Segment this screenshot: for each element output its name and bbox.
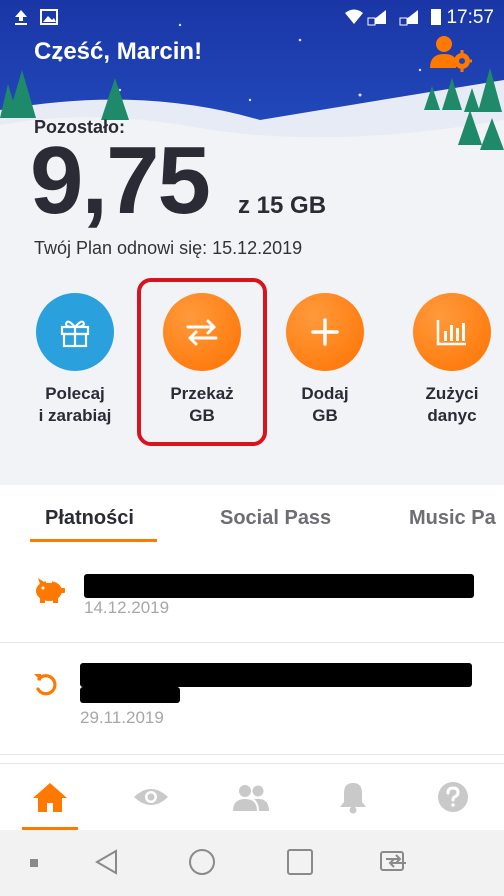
- battery-icon: [431, 9, 441, 25]
- action-label: Dodaj GB: [301, 384, 349, 425]
- bell-icon[interactable]: [334, 780, 372, 814]
- active-tab-indicator: [30, 539, 157, 542]
- image-notification-icon: [40, 9, 58, 25]
- switch-sim-icon[interactable]: [378, 848, 412, 876]
- upload-icon: [15, 10, 27, 25]
- clock: 17:57: [446, 7, 494, 28]
- system-navigation-bar: [0, 830, 504, 896]
- back-icon[interactable]: [94, 848, 120, 876]
- dot-icon[interactable]: [30, 859, 38, 867]
- plus-icon: [311, 318, 339, 346]
- action-add-gb[interactable]: Dodaj GB: [270, 293, 380, 427]
- signal-icon-1: [367, 10, 386, 26]
- help-icon[interactable]: [434, 780, 472, 814]
- eye-icon[interactable]: [132, 780, 170, 814]
- list-item[interactable]: 29.11.2019: [0, 643, 504, 755]
- payment-date: 29.11.2019: [80, 708, 164, 727]
- bottom-navigation: [0, 763, 504, 830]
- people-icon[interactable]: [232, 780, 270, 814]
- redacted-description-line2: [80, 687, 180, 703]
- highlight-frame: [137, 278, 267, 446]
- action-label: Polecaj i zarabiaj: [38, 384, 112, 425]
- account-settings-icon[interactable]: [428, 34, 472, 72]
- action-circle[interactable]: [286, 293, 364, 371]
- renew-date-text: Twój Plan odnowi się: 15.12.2019: [34, 238, 303, 258]
- redacted-description: [80, 663, 472, 687]
- action-circle[interactable]: [36, 293, 114, 371]
- status-bar: 17:57: [0, 0, 504, 34]
- piggy-bank-icon: [36, 578, 65, 603]
- hero-header: 17:57 Cześć, Marcin! Pozostało: 9,75 z 1…: [0, 0, 504, 485]
- signal-icon-2: [399, 10, 418, 26]
- action-data-usage[interactable]: Zużyci danyc: [397, 293, 504, 427]
- home-circle-icon[interactable]: [188, 848, 216, 876]
- tab-social-pass[interactable]: Social Pass: [220, 507, 331, 530]
- list-item[interactable]: 14.12.2019: [0, 546, 504, 643]
- payment-date: 14.12.2019: [84, 598, 170, 617]
- refund-arrow-icon: [34, 674, 57, 696]
- action-label: Zużyci danyc: [425, 384, 479, 425]
- greeting: Cześć, Marcin!: [34, 38, 203, 65]
- usage-chart-icon: [436, 320, 466, 346]
- action-refer-and-earn[interactable]: Polecaj i zarabiaj: [20, 293, 130, 427]
- wifi-icon: [345, 9, 363, 24]
- home-icon[interactable]: [31, 780, 69, 814]
- tab-payments[interactable]: Płatności: [45, 507, 134, 530]
- tab-bar: Płatności Social Pass Music Pa: [0, 485, 504, 545]
- remaining-unit: z 15 GB: [238, 192, 327, 219]
- remaining-value: 9,75: [30, 127, 211, 234]
- action-circle[interactable]: [413, 293, 491, 371]
- tab-music-pass[interactable]: Music Pa: [409, 507, 496, 530]
- redacted-description: [84, 574, 474, 598]
- gift-icon: [60, 320, 90, 348]
- recents-square-icon[interactable]: [286, 848, 314, 876]
